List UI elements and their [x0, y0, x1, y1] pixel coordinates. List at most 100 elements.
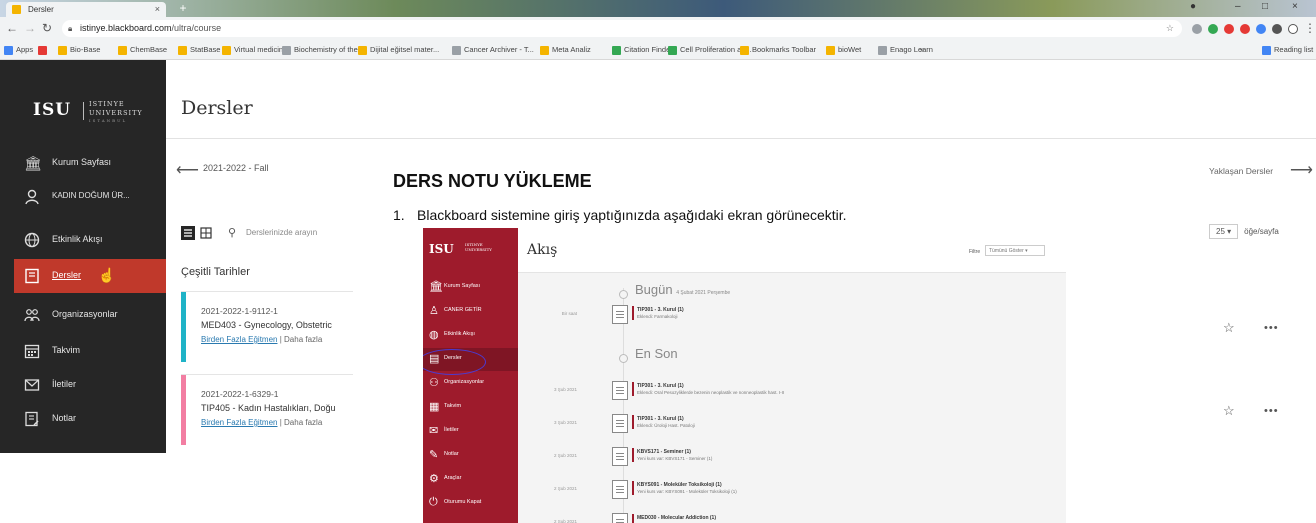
bookmark-item[interactable]: Dijital eğitsel mater...	[358, 44, 439, 56]
list-view-icon[interactable]	[181, 226, 195, 240]
mail-icon	[24, 377, 40, 393]
course-card[interactable]: 2021-2022-1-6329-1 TIP405 - Kadın Hastal…	[181, 374, 353, 445]
calendar-icon: ▦	[429, 401, 440, 413]
sidebar-item-calendar[interactable]: Takvim	[0, 334, 166, 368]
logout-icon: ⏻	[429, 496, 438, 508]
bookmark-item[interactable]: bioWet	[826, 44, 861, 56]
forward-icon[interactable]: →	[24, 21, 36, 35]
bookmark-label: Enago Learn	[890, 45, 933, 54]
upcoming-courses-link[interactable]: Yaklaşan Dersler	[1209, 166, 1273, 176]
sidebar-item-profile[interactable]: KADIN DOĞUM ÜR...	[0, 180, 166, 214]
course-name[interactable]: TIP405 - Kadın Hastalıkları, Doğu	[201, 403, 336, 413]
timeline-dot	[619, 290, 628, 299]
feed-accent-bar	[632, 382, 634, 396]
menu-kebab-icon[interactable]: ⋮	[1304, 21, 1316, 35]
embedded-filter-label: Filtre	[969, 249, 981, 255]
embedded-nav-label: Organizasyonlar	[444, 379, 485, 385]
close-tab-icon[interactable]: ×	[155, 2, 160, 17]
grades-icon	[24, 411, 40, 427]
sidebar-item-messages[interactable]: İletiler	[0, 368, 166, 402]
bookmark-item[interactable]: Reading list	[1262, 44, 1313, 56]
extension-icon[interactable]	[1224, 24, 1234, 34]
more-info-link[interactable]: Daha fazla	[284, 418, 322, 427]
bookmark-item[interactable]: Biochemistry of the...	[282, 44, 364, 56]
more-info-link[interactable]: Daha fazla	[284, 335, 322, 344]
bookmark-item[interactable]: Bio-Base	[58, 44, 100, 56]
bookmark-item[interactable]: Bookmarks Toolbar	[740, 44, 816, 56]
bookmark-folder-icon	[282, 45, 291, 55]
next-term-arrow-icon[interactable]: ⟶	[1290, 160, 1313, 180]
new-tab-plus-icon[interactable]: +	[176, 2, 190, 15]
extension-icon[interactable]	[1208, 24, 1218, 34]
more-options-icon[interactable]: •••	[1264, 322, 1279, 334]
person-icon	[24, 189, 40, 205]
bookmarks-bar: Apps Bio-Base ChemBase StatBase Virtual medi…	[0, 41, 1316, 60]
course-card[interactable]: 2021-2022-1-9112-1 MED403 - Gynecology, …	[181, 291, 353, 362]
more-options-icon[interactable]: •••	[1264, 405, 1279, 417]
minimize-icon[interactable]: –	[1235, 1, 1241, 12]
bookmark-item[interactable]: StatBase	[178, 44, 220, 56]
grid-view-icon[interactable]	[199, 226, 213, 240]
sidebar-item-label: Kurum Sayfası	[52, 157, 112, 167]
extension-icon[interactable]	[1192, 24, 1202, 34]
globe-icon	[24, 232, 40, 248]
bookmark-folder-icon	[222, 45, 231, 55]
feed-item: 2 Şub 2021 KBYS091 - Moleküler Toksikoloj…	[533, 479, 1033, 503]
bookmark-item[interactable]: »	[920, 44, 924, 56]
favorite-star-icon[interactable]: ☆	[1223, 403, 1235, 419]
embedded-nav-label: Notlar	[444, 451, 459, 457]
bookmark-item[interactable]	[38, 44, 50, 56]
bookmark-item[interactable]: ChemBase	[118, 44, 167, 56]
bookmark-folder-icon	[118, 45, 127, 55]
feed-title: KBYS091 - Moleküler Toksikoloji (1)	[637, 482, 722, 488]
bookmark-item[interactable]: Meta Analiz	[540, 44, 591, 56]
embedded-nav-label: CANER GETİR	[444, 307, 482, 313]
bookmark-item[interactable]: Cancer Archiver - T...	[452, 44, 534, 56]
document-icon	[612, 513, 628, 523]
search-icon: ⚲	[228, 227, 237, 239]
bookmark-label: Virtual medicine	[234, 45, 288, 54]
sidebar-item-activity-stream[interactable]: Etkinlik Akışı	[0, 223, 166, 257]
bookmark-label: bioWet	[838, 45, 862, 54]
bookmark-item[interactable]: Virtual medicine	[222, 44, 287, 56]
course-search-input[interactable]: ⚲ Derslerinizde arayın	[218, 223, 352, 243]
sidebar-item-courses[interactable]: Dersler ☝	[14, 259, 166, 293]
maximize-icon[interactable]: □	[1262, 1, 1268, 12]
search-placeholder: Derslerinizde arayın	[246, 228, 318, 237]
per-page-label: öğe/sayfa	[1244, 227, 1279, 236]
sidebar-item-organizations[interactable]: Organizasyonlar	[0, 298, 166, 332]
extension-icon[interactable]	[1256, 24, 1266, 34]
caret-down-icon: ▾	[1227, 227, 1232, 236]
sidebar-item-label: Organizasyonlar	[52, 309, 118, 319]
bookmark-item[interactable]: Citation Finder	[612, 44, 673, 56]
calendar-icon	[24, 343, 40, 359]
profile-avatar-icon[interactable]	[1288, 24, 1298, 34]
close-window-icon[interactable]: ×	[1292, 1, 1298, 12]
embedded-nav-item: ⏻ Oturumu Kapat	[423, 492, 518, 515]
sidebar-item-kurum-sayfasi[interactable]: 🏛︎ Kurum Sayfası	[0, 146, 166, 180]
address-bar[interactable]: 🔒︎ istinye.blackboard.com/ultra/course ☆	[62, 20, 1182, 37]
feed-accent-bar	[632, 481, 634, 495]
bookmark-item[interactable]: Enago Learn	[878, 44, 933, 56]
profile-icon[interactable]: ●	[1190, 1, 1196, 12]
embedded-nav-item: ✎ Notlar	[423, 444, 518, 467]
extension-icon[interactable]	[1240, 24, 1250, 34]
embedded-nav-label: Oturumu Kapat	[444, 499, 482, 505]
previous-term-arrow-icon[interactable]: ⟵	[176, 160, 199, 180]
reload-icon[interactable]: ↻	[42, 21, 52, 35]
instructors-link[interactable]: Birden Fazla Eğitmen	[201, 418, 277, 427]
instructors-link[interactable]: Birden Fazla Eğitmen	[201, 335, 277, 344]
items-per-page-select[interactable]: 25 ▾ öğe/sayfa	[1209, 224, 1279, 239]
url-host: istinye.blackboard.com	[80, 23, 172, 33]
sidebar-item-grades[interactable]: Notlar	[0, 402, 166, 436]
browser-tab[interactable]: Dersler ×	[6, 2, 166, 17]
extensions-puzzle-icon[interactable]	[1272, 24, 1282, 34]
embedded-logo-short: ISU	[429, 242, 454, 256]
back-icon[interactable]: ←	[6, 21, 18, 35]
separator: |	[279, 335, 282, 344]
favorite-star-icon[interactable]: ☆	[1223, 320, 1235, 336]
bookmark-item[interactable]: Apps	[4, 44, 33, 56]
course-name[interactable]: MED403 - Gynecology, Obstetric	[201, 320, 332, 330]
bookmark-star-icon[interactable]: ☆	[1166, 20, 1174, 37]
timeline-dot	[619, 354, 628, 363]
